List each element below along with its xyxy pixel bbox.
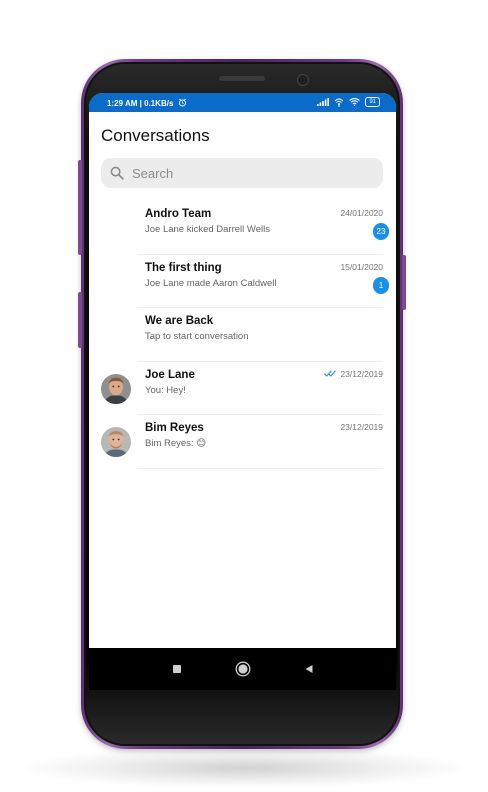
phone-side-button	[78, 160, 82, 255]
wifi-icon	[349, 98, 361, 106]
front-camera	[297, 74, 309, 86]
conversation-name: The first thing	[145, 261, 222, 274]
android-nav-bar	[89, 648, 396, 690]
phone-power-button	[402, 255, 406, 310]
conversation-item[interactable]: Bim Reyes Bim Reyes: 😊 23/12/2019	[89, 415, 396, 469]
battery-indicator: 91	[365, 97, 380, 107]
status-bar: 1:29 AM | 0.1KB/s 91	[89, 93, 396, 112]
home-icon[interactable]	[233, 659, 253, 679]
unread-badge: 1	[373, 276, 389, 294]
phone-side-button	[78, 292, 82, 348]
conversation-item[interactable]: The first thing Joe Lane made Aaron Cald…	[89, 255, 396, 308]
back-icon[interactable]	[299, 659, 319, 679]
status-time-speed: 1:29 AM | 0.1KB/s	[107, 98, 187, 108]
conversation-name: Joe Lane	[145, 368, 195, 381]
divider	[137, 467, 383, 469]
alarm-icon	[178, 98, 186, 107]
conversation-preview: Bim Reyes: 😊	[145, 438, 207, 449]
conversation-date: 15/01/2020	[340, 261, 383, 272]
search-input[interactable]	[130, 164, 364, 182]
conversation-preview: You: Hey!	[145, 384, 186, 396]
double-check-icon	[324, 370, 337, 377]
app-screen: 1:29 AM | 0.1KB/s 91 Conversations Searc…	[89, 93, 396, 690]
conversation-item[interactable]: Joe Lane You: Hey! 23/12/2019	[89, 362, 396, 415]
floor-shadow	[20, 748, 468, 788]
conversation-name: Andro Team	[145, 208, 212, 220]
recent-apps-icon[interactable]	[167, 659, 187, 679]
avatar	[101, 427, 131, 457]
avatar	[101, 373, 131, 404]
conversation-item[interactable]: We are Back Tap to start conversation	[89, 308, 396, 362]
page-title: Conversations	[101, 126, 210, 145]
conversation-item[interactable]: Andro Team Joe Lane kicked Darrell Wells…	[89, 201, 396, 255]
conversation-preview: Tap to start conversation	[145, 331, 249, 342]
conversation-preview: Joe Lane kicked Darrell Wells	[145, 224, 270, 235]
conversation-name: We are Back	[145, 315, 214, 327]
earpiece-speaker	[219, 76, 265, 81]
search-bar[interactable]	[101, 158, 383, 188]
search-icon	[110, 166, 124, 180]
unread-badge: 23	[373, 223, 389, 240]
signal-icon	[317, 98, 330, 106]
conversation-list: Andro Team Joe Lane kicked Darrell Wells…	[89, 201, 396, 469]
conversation-preview: Joe Lane made Aaron Caldwell	[145, 277, 277, 289]
status-icons: 91	[317, 97, 380, 107]
hotspot-icon	[334, 98, 344, 107]
conversation-date: 24/01/2020	[340, 208, 383, 218]
conversation-date: 23/12/2019	[340, 422, 383, 432]
conversation-date: 23/12/2019	[324, 369, 383, 379]
conversation-name: Bim Reyes	[145, 422, 204, 434]
